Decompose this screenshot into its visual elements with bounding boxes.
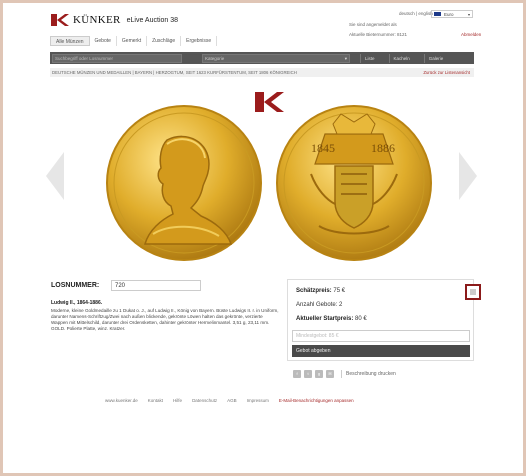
watch-lot-button[interactable] [465, 284, 481, 300]
coin-reverse-image[interactable]: 1845 1886 [275, 104, 433, 262]
bid-count-value: 2 [339, 302, 343, 308]
currency-value: Euro [444, 11, 454, 17]
submit-bid-button[interactable]: Gebot abgeben [292, 345, 470, 357]
footer-link-terms[interactable]: AGB [227, 398, 237, 403]
print-description-link[interactable]: Beschreibung drucken [346, 371, 396, 377]
facebook-icon[interactable]: f [293, 370, 301, 378]
footer-link-help[interactable]: Hilfe [173, 398, 182, 403]
lot-number-label: LOSNUMMER: [51, 282, 100, 289]
footer-link-notifications[interactable]: E-Mail-Benachrichtigungen anpassen [279, 398, 354, 403]
auction-title: eLive Auction 38 [126, 16, 179, 24]
chevron-down-icon: ▾ [467, 11, 470, 17]
bid-amount-input[interactable]: Mindestgebot: 85 € [292, 330, 470, 342]
bid-panel: Schätzpreis: 75 € Anzahl Gebote: 2 Aktue… [287, 279, 474, 361]
breadcrumb: DEUTSCHE MÜNZEN UND MEDAILLEN | BAYERN |… [50, 68, 474, 77]
coin-year-right: 1886 [371, 141, 395, 155]
main-tabs: Alle Münzen Gebote Gemerkt Zuschläge Erg… [50, 36, 218, 46]
view-tiles-button[interactable]: Kacheln [388, 53, 414, 63]
back-to-list-link[interactable]: Zurück zur Listenansicht [423, 68, 470, 77]
view-list-button[interactable]: Liste [360, 53, 379, 63]
login-info: Sie sind angemeldet als [349, 22, 397, 27]
lot-number-field[interactable]: 720 [111, 280, 201, 291]
kuenker-logo-icon [51, 14, 69, 26]
coin-year-left: 1845 [311, 141, 335, 155]
category-value: Kategorie [205, 55, 225, 61]
search-input[interactable]: Suchbegriff oder Losnummer [52, 53, 182, 63]
footer-link-home[interactable]: www.kuenker.de [105, 398, 138, 403]
language-switch[interactable]: deutsch | english [399, 11, 433, 16]
previous-lot-arrow[interactable] [46, 152, 64, 200]
bookmark-icon [470, 289, 476, 295]
tab-watched[interactable]: Gemerkt [117, 36, 148, 46]
share-bar: f t g ✉ Beschreibung drucken [293, 370, 396, 378]
coin-obverse-image[interactable] [105, 104, 263, 262]
footer-link-imprint[interactable]: Impressum [247, 398, 269, 403]
brand-logo[interactable]: KÜNKER eLive Auction 38 [51, 14, 178, 26]
divider [341, 370, 342, 378]
toolbar: Suchbegriff oder Losnummer Kategorie ▾ L… [50, 52, 474, 64]
bid-count-row: Anzahl Gebote: 2 [296, 302, 342, 308]
next-lot-arrow[interactable] [459, 152, 477, 200]
view-gallery-button[interactable]: Galerie [423, 53, 448, 63]
start-price-value: 80 € [355, 316, 367, 322]
tab-hammer[interactable]: Zuschläge [147, 36, 182, 46]
footer-links: www.kuenker.de Kontakt Hilfe Datenschutz… [105, 398, 364, 403]
google-plus-icon[interactable]: g [315, 370, 323, 378]
footer-link-contact[interactable]: Kontakt [148, 398, 163, 403]
start-price-label: Aktueller Startpreis: [296, 316, 354, 322]
brand-name: KÜNKER [73, 14, 121, 26]
start-price-row: Aktueller Startpreis: 80 € [296, 316, 367, 322]
page: KÜNKER eLive Auction 38 deutsch | englis… [41, 8, 483, 470]
eu-flag-icon [434, 12, 441, 16]
estimate-value: 75 € [333, 288, 346, 294]
estimate-row: Schätzpreis: 75 € [296, 288, 345, 294]
breadcrumb-path[interactable]: DEUTSCHE MÜNZEN UND MEDAILLEN | BAYERN |… [52, 70, 297, 75]
footer-link-privacy[interactable]: Datenschutz [192, 398, 217, 403]
tab-bids[interactable]: Gebote [90, 36, 117, 46]
lot-description: Moderne, kleine Goldmedaille zu 1 Dukat … [51, 308, 279, 331]
currency-select[interactable]: Euro ▾ [431, 10, 473, 18]
tab-all-coins[interactable]: Alle Münzen [50, 36, 90, 46]
lot-title: Ludwig II., 1864-1886. [51, 300, 103, 306]
tab-results[interactable]: Ergebnisse [181, 36, 218, 46]
email-icon[interactable]: ✉ [326, 370, 334, 378]
twitter-icon[interactable]: t [304, 370, 312, 378]
bid-count-label: Anzahl Gebote: [296, 302, 338, 308]
estimate-label: Schätzpreis: [296, 288, 332, 294]
chevron-down-icon: ▾ [344, 55, 347, 61]
logout-link[interactable]: Abmelden [461, 32, 481, 37]
category-select[interactable]: Kategorie ▾ [202, 53, 350, 63]
bidder-info: Aktuelle Bieternummer: 8121 [349, 32, 408, 37]
